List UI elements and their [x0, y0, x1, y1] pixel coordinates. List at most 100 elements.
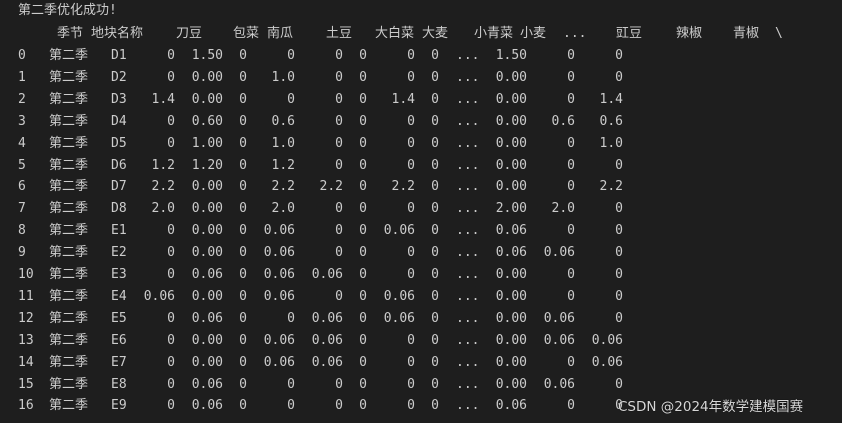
- terminal-output: 第二季优化成功! 季节 地块名称 刀豆 包菜 南瓜 土豆 大白菜 大麦 小青菜 …: [0, 0, 842, 423]
- row-season: 第二季: [49, 333, 89, 348]
- cell-dabaicai: 0: [335, 114, 343, 129]
- row-index: 8: [18, 223, 26, 238]
- cell-daodou: 0.06: [143, 289, 175, 304]
- cell-jiangdou: 0.00: [495, 158, 527, 173]
- cell-baocai: 0.00: [191, 289, 223, 304]
- cell-dabaicai: 0: [335, 245, 343, 260]
- row-index: 2: [18, 92, 26, 107]
- cell-jiangdou: 1.50: [495, 48, 527, 63]
- cell-jiangdou: 0.00: [495, 311, 527, 326]
- cell-damai: 0: [359, 289, 367, 304]
- header-crop-damai: 大麦: [422, 26, 449, 41]
- row-season: 第二季: [49, 398, 89, 413]
- cell-baocai: 0.00: [191, 355, 223, 370]
- cell-lajiao: 0: [567, 289, 575, 304]
- header-crop-tudou: 土豆: [326, 26, 353, 41]
- cell-dabaicai: 0: [335, 48, 343, 63]
- cell-dabaicai: 0: [335, 158, 343, 173]
- row-index: 13: [18, 333, 34, 348]
- cell-ellipsis: ...: [456, 48, 480, 63]
- cell-tudou: 0.06: [263, 223, 295, 238]
- cell-nangua: 0: [239, 223, 247, 238]
- row-season: 第二季: [49, 158, 89, 173]
- cell-damai: 0: [359, 398, 367, 413]
- cell-lajiao: 0: [567, 70, 575, 85]
- row-season: 第二季: [49, 179, 89, 194]
- cell-lajiao: 0.06: [543, 333, 575, 348]
- cell-lajiao: 0: [567, 179, 575, 194]
- cell-baocai: 0.00: [191, 333, 223, 348]
- cell-baocai: 0.06: [191, 311, 223, 326]
- cell-xiaomai: 0: [431, 48, 439, 63]
- cell-dabaicai: 0: [335, 92, 343, 107]
- cell-nangua: 0: [239, 48, 247, 63]
- cell-dabaicai: 0.06: [311, 267, 343, 282]
- watermark: CSDN @2024年数学建模国赛: [618, 399, 804, 415]
- cell-tudou: 0.6: [271, 114, 295, 129]
- cell-jiangdou: 0.00: [495, 267, 527, 282]
- row-index: 0: [18, 48, 26, 63]
- row-index: 4: [18, 136, 26, 151]
- cell-qingjiao: 0: [615, 201, 623, 216]
- cell-tudou: 0: [287, 377, 295, 392]
- cell-daodou: 0: [167, 311, 175, 326]
- row-index: 9: [18, 245, 26, 260]
- cell-xiaoqingcai: 0: [407, 267, 415, 282]
- cell-daodou: 0: [167, 70, 175, 85]
- cell-jiangdou: 0.00: [495, 179, 527, 194]
- cell-dabaicai: 2.2: [319, 179, 343, 194]
- cell-tudou: 0: [287, 311, 295, 326]
- row-plot: E6: [111, 333, 127, 348]
- cell-damai: 0: [359, 114, 367, 129]
- cell-ellipsis: ...: [456, 377, 480, 392]
- cell-nangua: 0: [239, 377, 247, 392]
- cell-jiangdou: 0.00: [495, 377, 527, 392]
- row-index: 15: [18, 377, 34, 392]
- cell-qingjiao: 2.2: [599, 179, 623, 194]
- cell-daodou: 2.0: [151, 201, 175, 216]
- row-season: 第二季: [49, 48, 89, 63]
- row-index: 1: [18, 70, 26, 85]
- cell-jiangdou: 0.00: [495, 92, 527, 107]
- cell-xiaoqingcai: 0.06: [383, 289, 415, 304]
- cell-dabaicai: 0.06: [311, 333, 343, 348]
- cell-ellipsis: ...: [456, 70, 480, 85]
- cell-damai: 0: [359, 201, 367, 216]
- row-index: 14: [18, 355, 34, 370]
- cell-dabaicai: 0: [335, 223, 343, 238]
- cell-ellipsis: ...: [456, 311, 480, 326]
- cell-ellipsis: ...: [456, 355, 480, 370]
- cell-damai: 0: [359, 92, 367, 107]
- cell-baocai: 0.00: [191, 223, 223, 238]
- cell-lajiao: 0.06: [543, 245, 575, 260]
- cell-xiaoqingcai: 0: [407, 355, 415, 370]
- cell-lajiao: 0: [567, 48, 575, 63]
- cell-daodou: 0: [167, 333, 175, 348]
- cell-jiangdou: 0.06: [495, 398, 527, 413]
- cell-daodou: 0: [167, 355, 175, 370]
- cell-ellipsis: ...: [456, 114, 480, 129]
- cell-qingjiao: 0: [615, 289, 623, 304]
- cell-ellipsis: ...: [456, 92, 480, 107]
- cell-nangua: 0: [239, 201, 247, 216]
- cell-nangua: 0: [239, 245, 247, 260]
- cell-xiaoqingcai: 0: [407, 136, 415, 151]
- cell-lajiao: 0.06: [543, 377, 575, 392]
- cell-xiaomai: 0: [431, 136, 439, 151]
- cell-nangua: 0: [239, 311, 247, 326]
- cell-daodou: 2.2: [151, 179, 175, 194]
- cell-qingjiao: 0: [615, 245, 623, 260]
- row-season: 第二季: [49, 136, 89, 151]
- cell-jiangdou: 0.00: [495, 136, 527, 151]
- cell-baocai: 1.20: [191, 158, 223, 173]
- cell-baocai: 1.00: [191, 136, 223, 151]
- cell-xiaomai: 0: [431, 223, 439, 238]
- cell-daodou: 0: [167, 267, 175, 282]
- row-plot: D7: [111, 179, 127, 194]
- row-plot: E5: [111, 311, 127, 326]
- row-plot: D2: [111, 70, 127, 85]
- cell-jiangdou: 0.00: [495, 333, 527, 348]
- cell-xiaomai: 0: [431, 333, 439, 348]
- cell-daodou: 0: [167, 136, 175, 151]
- cell-qingjiao: 0.06: [591, 333, 623, 348]
